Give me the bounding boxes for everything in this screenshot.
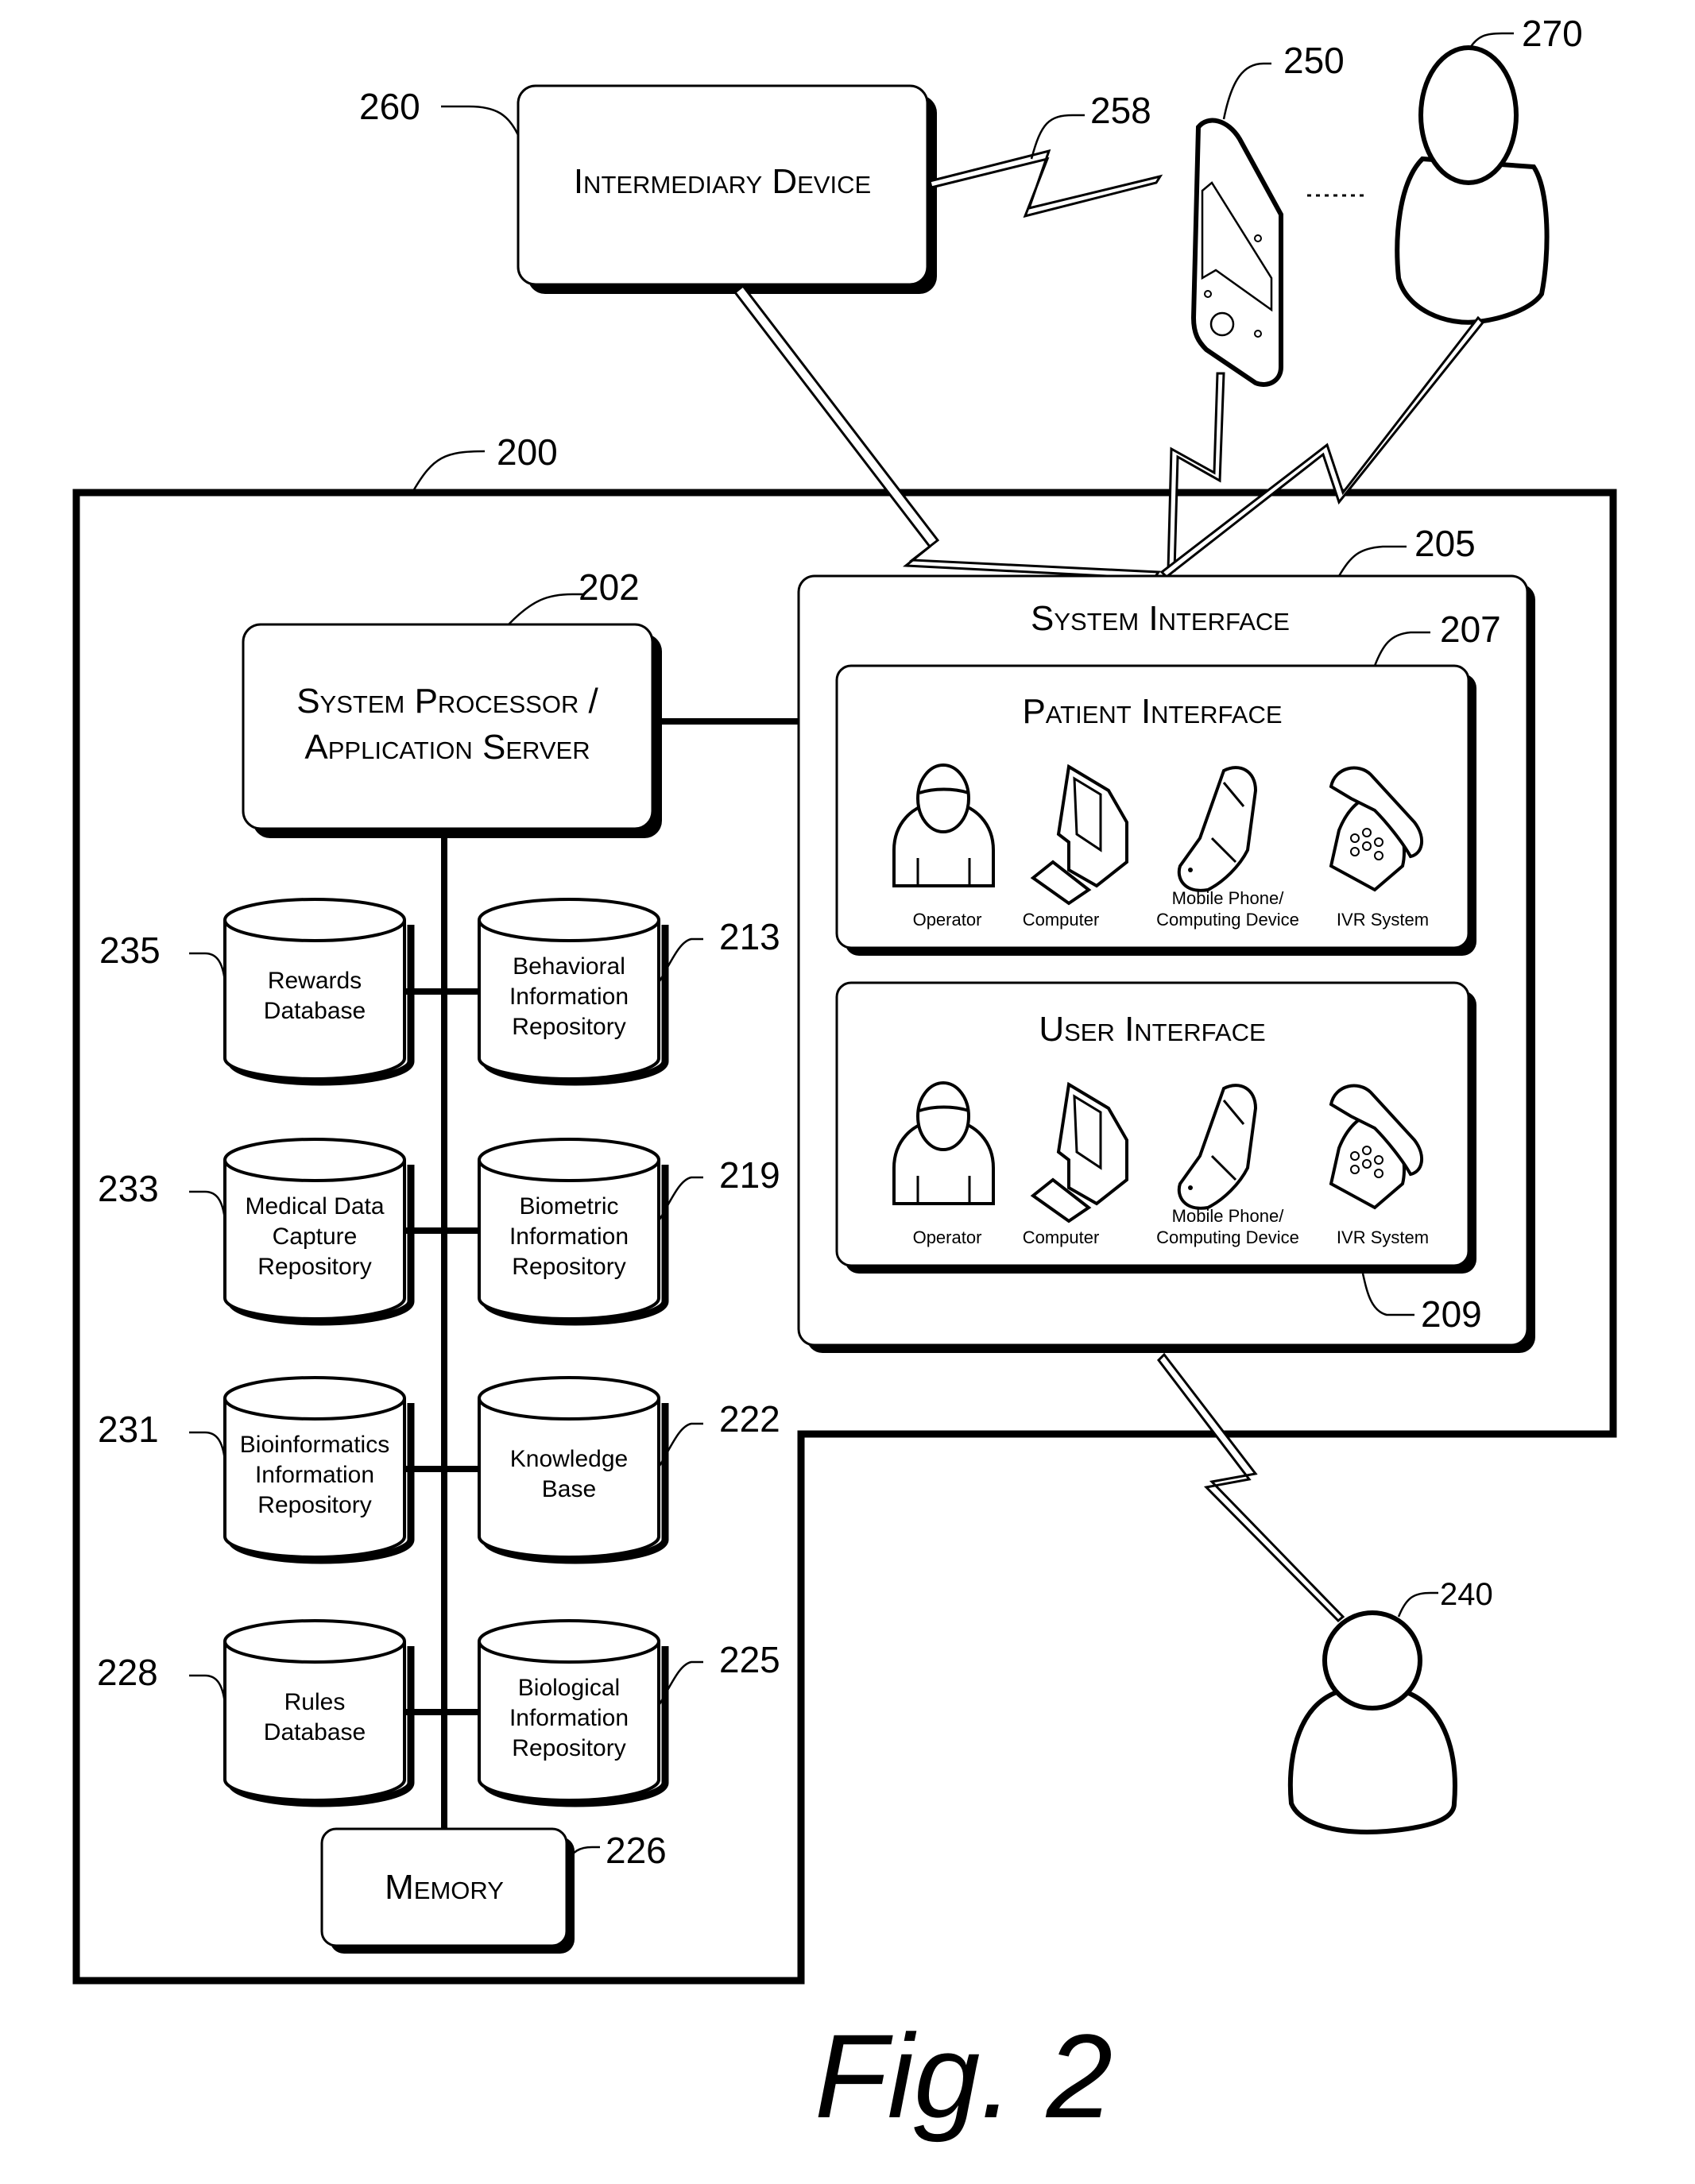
database-label: Biological [518,1675,620,1701]
database-label: Repository [512,1014,625,1040]
database-label: Medical Data [245,1193,384,1220]
database-label: Information [509,984,629,1010]
database-label: Rules [284,1689,346,1715]
database-behavioral[interactable]: Behavioral Information Repository [479,899,665,1082]
database-label: Capture [273,1223,358,1250]
database-label: Knowledge [510,1446,628,1472]
ref-240: 240 [1440,1577,1493,1612]
database-label: Behavioral [513,953,625,980]
database-bioinformatics[interactable]: Bioinformatics Information Repository [225,1378,411,1560]
database-rewards[interactable]: Rewards Database [225,899,411,1082]
device-label-computer: Computer [1023,910,1100,930]
leader-205 [1337,545,1407,577]
database-label: Information [255,1462,374,1488]
wireless-link-handheld [1167,372,1225,572]
database-label: Base [542,1476,596,1502]
user-interface-title: User Interface [1039,1010,1265,1049]
patient-interface-title: Patient Interface [1022,692,1282,731]
database-label: Database [264,1719,366,1745]
database-medical-data-capture[interactable]: Medical Data Capture Repository [225,1139,411,1322]
ref-209: 209 [1421,1293,1482,1335]
database-biometric[interactable]: Biometric Information Repository [479,1139,665,1322]
device-label-mobile-line2: Computing Device [1156,1227,1299,1247]
device-label-operator: Operator [913,1227,982,1247]
system-diagram: 200 Intermediary Device 260 258 250 270 … [72,13,1617,2143]
ref-228: 228 [97,1652,158,1693]
database-label: Repository [257,1492,371,1518]
database-label: Bioinformatics [240,1432,389,1458]
system-interface-title: System Interface [1031,599,1290,638]
figure-caption: Fig. 2 [815,2009,1113,2143]
ref-270: 270 [1522,13,1583,54]
database-label: Repository [512,1254,625,1280]
ref-226: 226 [606,1830,667,1871]
ref-225: 225 [719,1639,780,1680]
database-label: Database [264,998,366,1024]
wireless-link-intermediary [733,284,1161,580]
database-label: Information [509,1705,629,1731]
database-rules[interactable]: Rules Database [225,1621,411,1803]
leader-240 [1397,1591,1438,1618]
system-processor-box[interactable] [242,623,654,830]
system-processor-label-line2: Application Server [304,728,590,767]
person-icon-270[interactable] [1395,45,1550,325]
person-icon-240[interactable] [1287,1610,1457,1834]
leader-250 [1222,62,1271,120]
ref-213: 213 [719,916,780,957]
intermediary-device-label: Intermediary Device [574,162,871,201]
wireless-link-258 [928,149,1163,218]
system-processor-label-line1: System Processor / [296,682,598,721]
leader-260 [441,105,520,136]
handheld-device-icon[interactable] [1190,118,1283,387]
device-label-ivr: IVR System [1337,1227,1429,1247]
ref-233: 233 [98,1168,159,1209]
leader-200 [412,450,486,492]
device-label-mobile-line2: Computing Device [1156,910,1299,930]
leader-233 [189,1190,226,1220]
ref-207: 207 [1440,609,1501,650]
ref-258: 258 [1090,90,1151,131]
leader-228 [189,1674,226,1704]
ref-205: 205 [1414,523,1476,564]
leader-235 [189,952,226,982]
wireless-link-person-240 [1157,1352,1345,1623]
ref-235: 235 [99,930,161,971]
device-label-mobile-line1: Mobile Phone/ [1172,1206,1285,1226]
device-label-mobile-line1: Mobile Phone/ [1172,888,1285,908]
database-label: Repository [512,1735,625,1761]
database-label: Information [509,1223,629,1250]
database-label: Biometric [519,1193,618,1220]
leader-202 [508,593,584,625]
ref-231: 231 [98,1409,159,1450]
ref-260: 260 [359,86,420,127]
leader-270 [1469,32,1514,48]
memory-label: Memory [385,1868,504,1907]
leader-231 [189,1431,226,1461]
ref-202: 202 [579,566,640,608]
database-knowledge-base[interactable]: Knowledge Base [479,1378,665,1560]
ref-222: 222 [719,1398,780,1440]
database-label: Rewards [268,968,362,994]
device-label-computer: Computer [1023,1227,1100,1247]
device-label-operator: Operator [913,910,982,930]
ref-250: 250 [1283,40,1345,81]
ref-219: 219 [719,1154,780,1196]
database-biological[interactable]: Biological Information Repository [479,1621,665,1803]
database-label: Repository [257,1254,371,1280]
device-label-ivr: IVR System [1337,910,1429,930]
ref-200: 200 [497,431,558,473]
